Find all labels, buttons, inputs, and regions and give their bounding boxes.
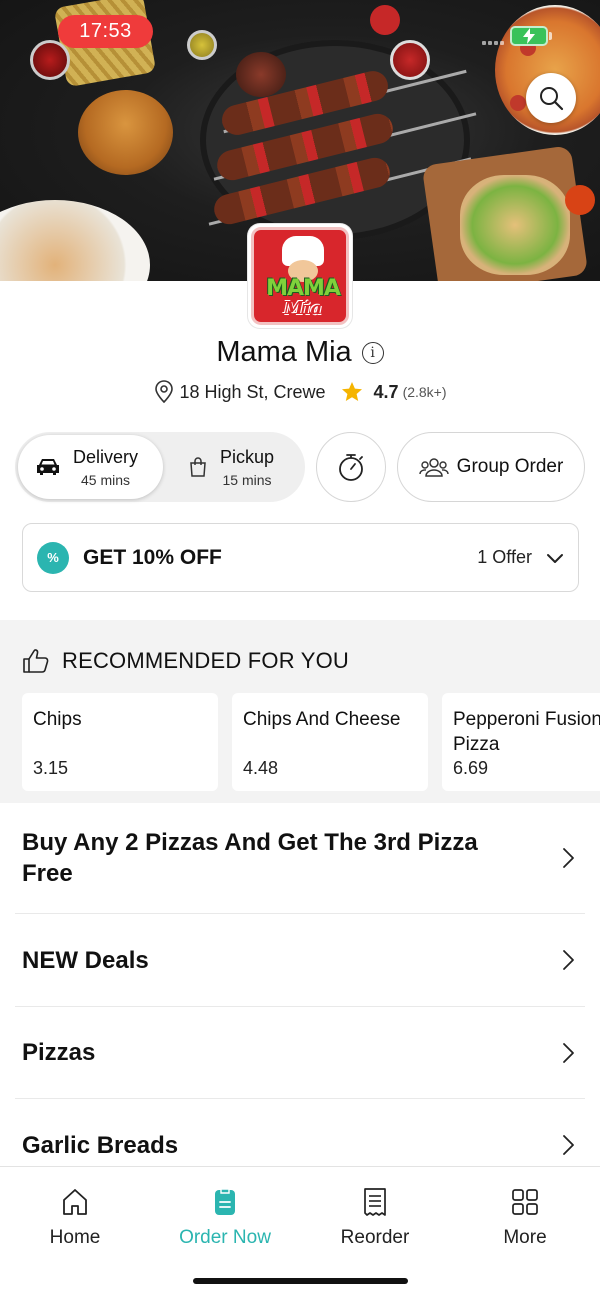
nav-label: Reorder xyxy=(340,1227,410,1248)
nav-label: Home xyxy=(49,1227,101,1248)
delivery-option[interactable]: Delivery 45 mins xyxy=(35,432,138,502)
menu-category-label: Buy Any 2 Pizzas And Get The 3rd Pizza F… xyxy=(22,829,478,887)
offer-banner[interactable]: % GET 10% OFF 1 Offer xyxy=(22,523,579,592)
status-time: 17:53 xyxy=(58,15,153,48)
menu-category-row[interactable]: NEW Deals xyxy=(15,914,585,1007)
signal-icon xyxy=(482,41,504,45)
chevron-down-icon xyxy=(547,553,563,563)
location-pin-icon xyxy=(155,380,174,404)
menu-category-row[interactable]: Pizzas xyxy=(15,1007,585,1099)
menu-category-label: Pizzas xyxy=(22,1039,96,1066)
receipt-icon xyxy=(364,1188,386,1216)
shopping-bag-icon xyxy=(190,457,206,477)
item-name: Pepperoni Fusion Pizza xyxy=(453,709,600,755)
recommended-item[interactable]: Chips And Cheese 4.48 xyxy=(232,693,428,791)
item-price: 4.48 xyxy=(243,758,279,778)
menu-category-label: Garlic Breads xyxy=(22,1131,179,1159)
search-button[interactable] xyxy=(526,73,576,123)
chevron-right-icon xyxy=(563,848,574,868)
battery-charging-icon xyxy=(510,26,548,46)
car-icon xyxy=(37,459,59,475)
pickup-label: Pickup xyxy=(220,446,275,467)
home-indicator xyxy=(193,1278,408,1284)
battery-tip xyxy=(549,32,552,40)
recommended-section: RECOMMENDED FOR YOU Chips 3.15 Chips And… xyxy=(0,620,600,803)
chevron-right-icon xyxy=(563,1135,574,1155)
group-users-icon xyxy=(418,458,449,477)
pickup-option[interactable]: Pickup 15 mins xyxy=(188,432,274,502)
star-icon xyxy=(341,382,362,401)
item-price: 6.69 xyxy=(453,758,489,778)
offer-count: 1 Offer xyxy=(477,547,532,567)
recommended-title: RECOMMENDED FOR YOU xyxy=(62,648,349,673)
discount-badge-icon: % xyxy=(37,541,69,574)
info-icon[interactable]: i xyxy=(361,341,384,364)
order-icon xyxy=(215,1188,235,1215)
chevron-right-icon xyxy=(563,950,574,970)
item-name: Chips xyxy=(33,709,82,730)
group-order-label: Group Order xyxy=(456,456,564,477)
rating-value: 4.7 xyxy=(373,381,399,402)
restaurant-name: Mama Mia xyxy=(216,336,352,368)
nav-order-now[interactable]: Order Now xyxy=(150,1187,300,1249)
search-icon xyxy=(540,87,564,111)
restaurant-header: Mama Mia i xyxy=(0,336,600,369)
delivery-label: Delivery xyxy=(73,446,139,467)
rating-count: (2.8k+) xyxy=(402,384,447,400)
schedule-button[interactable] xyxy=(316,432,386,502)
recommended-item[interactable]: Pepperoni Fusion Pizza 6.69 xyxy=(442,693,600,791)
offer-title: GET 10% OFF xyxy=(83,545,222,569)
recommended-item[interactable]: Chips 3.15 xyxy=(22,693,218,791)
fulfilment-toggle: Delivery 45 mins Pickup 15 mins xyxy=(15,432,305,502)
group-order-button[interactable]: Group Order xyxy=(397,432,585,502)
delivery-time: 45 mins xyxy=(80,471,131,488)
restaurant-details: 18 High St, Crewe 4.7 (2.8k+) xyxy=(0,380,600,404)
nav-home[interactable]: Home xyxy=(0,1187,150,1249)
chevron-right-icon xyxy=(563,1042,574,1063)
stopwatch-icon xyxy=(339,454,363,481)
restaurant-address: 18 High St, Crewe xyxy=(179,381,326,402)
menu-category-label: NEW Deals xyxy=(22,946,149,974)
thumbs-up-icon xyxy=(23,649,49,673)
home-icon xyxy=(63,1189,87,1215)
menu-category-row[interactable]: Buy Any 2 Pizzas And Get The 3rd Pizza F… xyxy=(15,803,585,914)
restaurant-logo: MAMA Mia xyxy=(248,224,352,328)
pickup-time: 15 mins xyxy=(222,471,272,488)
nav-label: Order Now xyxy=(179,1227,271,1248)
nav-more[interactable]: More xyxy=(450,1187,600,1249)
item-price: 3.15 xyxy=(33,758,69,778)
nav-reorder[interactable]: Reorder xyxy=(300,1187,450,1249)
grid-icon xyxy=(512,1189,538,1215)
nav-label: More xyxy=(503,1227,547,1248)
item-name: Chips And Cheese xyxy=(243,709,401,730)
